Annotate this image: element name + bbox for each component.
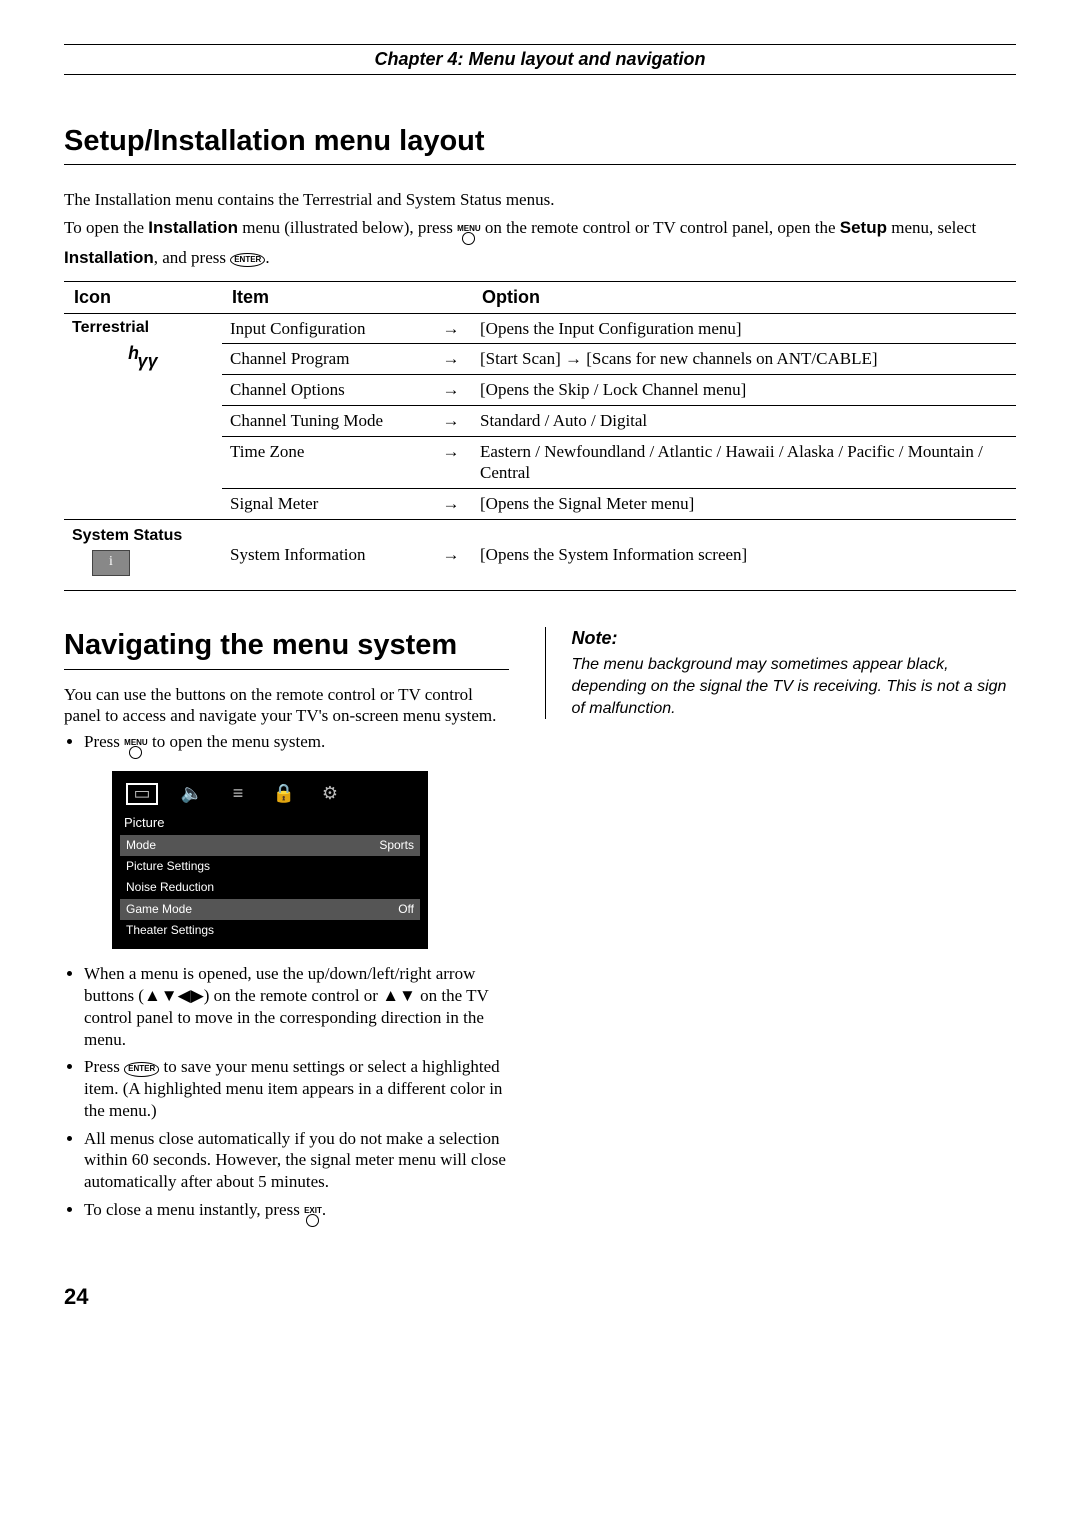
cell-item: Channel Program xyxy=(222,344,430,375)
menu-button-icon: MENU xyxy=(124,739,148,759)
nav-intro: You can use the buttons on the remote co… xyxy=(64,684,509,728)
osd-row: Theater Settings xyxy=(120,920,420,941)
text-bold: Setup xyxy=(840,218,887,237)
chapter-header: Chapter 4: Menu layout and navigation xyxy=(64,44,1016,75)
osd-label: Mode xyxy=(126,838,156,853)
table-row: Terrestrial ʰᵧᵧ Input Configuration → [O… xyxy=(64,313,1016,344)
osd-tab-picture-icon: ▭ xyxy=(126,783,158,805)
intro-block: The Installation menu contains the Terre… xyxy=(64,189,1016,269)
list-item: Press ENTER to save your menu settings o… xyxy=(84,1056,509,1121)
intro-line-1: The Installation menu contains the Terre… xyxy=(64,189,1016,211)
system-status-label: System Status xyxy=(72,526,214,546)
table-row: System Status i System Information → [Op… xyxy=(64,519,1016,590)
note-head: Note: xyxy=(572,627,1017,650)
exit-button-icon: EXIT xyxy=(304,1207,322,1227)
nav-list: Press MENU to open the menu system. ▭ 🔈 … xyxy=(64,731,509,1229)
osd-tab-lock-icon: 🔒 xyxy=(272,785,296,803)
info-icon: i xyxy=(92,550,130,576)
osd-tab-audio-icon: 🔈 xyxy=(180,785,204,803)
osd-value: Sports xyxy=(379,838,414,853)
cell-item: Channel Tuning Mode xyxy=(222,405,430,436)
osd-title: Picture xyxy=(120,813,420,835)
text-bold: Installation xyxy=(64,248,154,267)
installation-table: Icon Item Option Terrestrial ʰᵧᵧ Input C… xyxy=(64,281,1016,592)
cell-option: [Opens the System Information screen] xyxy=(472,519,1016,590)
list-item: To close a menu instantly, press EXIT. xyxy=(84,1199,509,1229)
osd-screenshot: ▭ 🔈 ≡ 🔒 ⚙ Picture Mode Sports Picture Set… xyxy=(112,771,428,949)
osd-label: Theater Settings xyxy=(126,923,214,938)
cell-item: Input Configuration xyxy=(222,313,430,344)
arrow-icon: → xyxy=(430,405,472,436)
col-arrow xyxy=(430,281,472,313)
cell-option: [Start Scan] → [Scans for new channels o… xyxy=(472,344,1016,375)
cell-item: Time Zone xyxy=(222,436,430,489)
cell-option: Standard / Auto / Digital xyxy=(472,405,1016,436)
menu-button-icon: MENU xyxy=(457,225,481,245)
osd-tab-setup-icon: ⚙ xyxy=(318,785,342,803)
cell-item: Channel Options xyxy=(222,375,430,406)
page-number: 24 xyxy=(64,1283,1016,1311)
cell-option: Eastern / Newfoundland / Atlantic / Hawa… xyxy=(472,436,1016,489)
osd-value: Off xyxy=(398,902,414,917)
text: menu (illustrated below), press xyxy=(238,218,457,237)
list-item: When a menu is opened, use the up/down/l… xyxy=(84,963,509,1050)
arrow-icon: → xyxy=(430,375,472,406)
terrestrial-icon: ʰᵧᵧ xyxy=(72,340,214,373)
enter-button-icon: ENTER xyxy=(230,253,265,267)
col-option: Option xyxy=(472,281,1016,313)
text: To open the xyxy=(64,218,148,237)
arrow-icon: → xyxy=(430,519,472,590)
osd-row: Mode Sports xyxy=(120,835,420,856)
arrow-icon: → xyxy=(430,344,472,375)
osd-row: Game Mode Off xyxy=(120,899,420,920)
terrestrial-label: Terrestrial xyxy=(72,318,214,338)
cell-item: System Information xyxy=(222,519,430,590)
col-icon: Icon xyxy=(64,281,222,313)
section-title-nav: Navigating the menu system xyxy=(64,627,509,669)
osd-row: Noise Reduction xyxy=(120,877,420,898)
arrow-icon: → xyxy=(430,313,472,344)
list-item: Press MENU to open the menu system. ▭ 🔈 … xyxy=(84,731,509,949)
arrow-icon: → xyxy=(430,489,472,520)
osd-label: Picture Settings xyxy=(126,859,210,874)
osd-tab-settings-icon: ≡ xyxy=(226,785,250,803)
arrow-icon: → xyxy=(430,436,472,489)
note-body: The menu background may sometimes appear… xyxy=(572,654,1017,719)
col-item: Item xyxy=(222,281,430,313)
list-item: All menus close automatically if you do … xyxy=(84,1128,509,1193)
text-bold: Installation xyxy=(148,218,238,237)
cell-option: [Opens the Signal Meter menu] xyxy=(472,489,1016,520)
cell-option: [Opens the Skip / Lock Channel menu] xyxy=(472,375,1016,406)
intro-line-2: To open the Installation menu (illustrat… xyxy=(64,217,1016,269)
cell-item: Signal Meter xyxy=(222,489,430,520)
text: , and press xyxy=(154,248,230,267)
cell-option: [Opens the Input Configuration menu] xyxy=(472,313,1016,344)
section-title-setup: Setup/Installation menu layout xyxy=(64,123,1016,165)
text: on the remote control or TV control pane… xyxy=(481,218,840,237)
enter-button-icon: ENTER xyxy=(124,1062,159,1076)
osd-row: Picture Settings xyxy=(120,856,420,877)
osd-label: Game Mode xyxy=(126,902,192,917)
osd-label: Noise Reduction xyxy=(126,880,214,895)
text: menu, select xyxy=(887,218,976,237)
